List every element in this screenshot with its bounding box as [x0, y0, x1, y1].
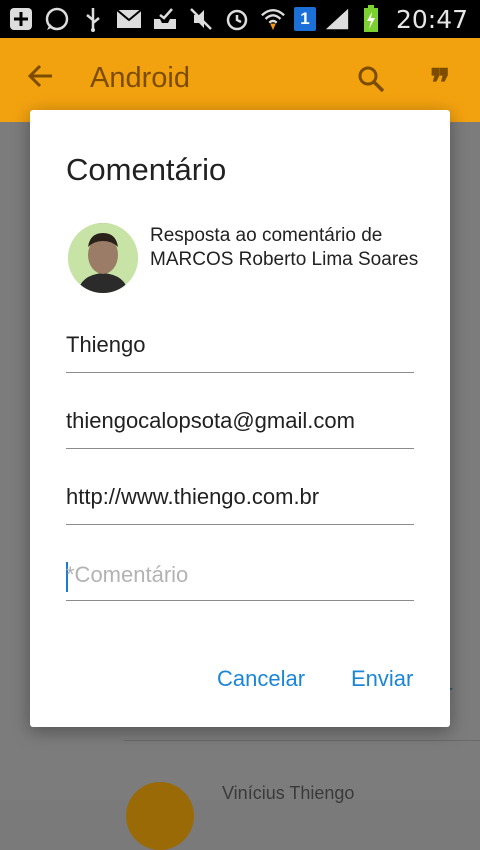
- usb-icon: [80, 6, 106, 32]
- sim-icon: 1: [293, 7, 316, 31]
- alarm-icon: [224, 6, 250, 32]
- comment-dialog: Comentário Resposta ao comentário de MAR…: [30, 110, 450, 727]
- inbox-icon: [152, 6, 178, 32]
- signal-icon: [324, 6, 350, 32]
- avatar: [68, 223, 138, 293]
- mail-icon: [116, 6, 142, 32]
- name-value: Thiengo: [66, 332, 146, 357]
- send-button[interactable]: Enviar: [351, 666, 413, 692]
- back-arrow-icon[interactable]: [26, 60, 58, 100]
- list-item-name: Vinícius Thiengo: [222, 783, 355, 803]
- search-icon[interactable]: [356, 64, 386, 99]
- dialog-title: Comentário: [66, 152, 227, 187]
- website-value: http://www.thiengo.com.br: [66, 484, 320, 509]
- comment-placeholder: *Comentário: [66, 562, 189, 587]
- name-field[interactable]: Thiengo: [66, 324, 414, 373]
- comment-field[interactable]: *Comentário: [66, 552, 414, 601]
- clock: 20:47: [395, 4, 468, 34]
- wifi-icon: [260, 6, 286, 32]
- add-icon: [8, 6, 34, 32]
- battery-charging-icon: [358, 5, 384, 32]
- cancel-button[interactable]: Cancelar: [217, 666, 305, 692]
- list-divider: [124, 740, 480, 741]
- list-avatar: [126, 782, 194, 850]
- email-field[interactable]: thiengocalopsota@gmail.com: [66, 400, 414, 449]
- email-value: thiengocalopsota@gmail.com: [66, 408, 355, 433]
- toolbar-title: Android: [90, 62, 190, 94]
- reply-to-text: Resposta ao comentário de MARCOS Roberto…: [150, 225, 419, 270]
- whatsapp-icon: [44, 6, 70, 32]
- website-field[interactable]: http://www.thiengo.com.br: [66, 476, 414, 525]
- mute-icon: [188, 6, 214, 32]
- status-bar: 1 20:47: [0, 0, 480, 38]
- quote-icon[interactable]: ❞: [430, 60, 450, 105]
